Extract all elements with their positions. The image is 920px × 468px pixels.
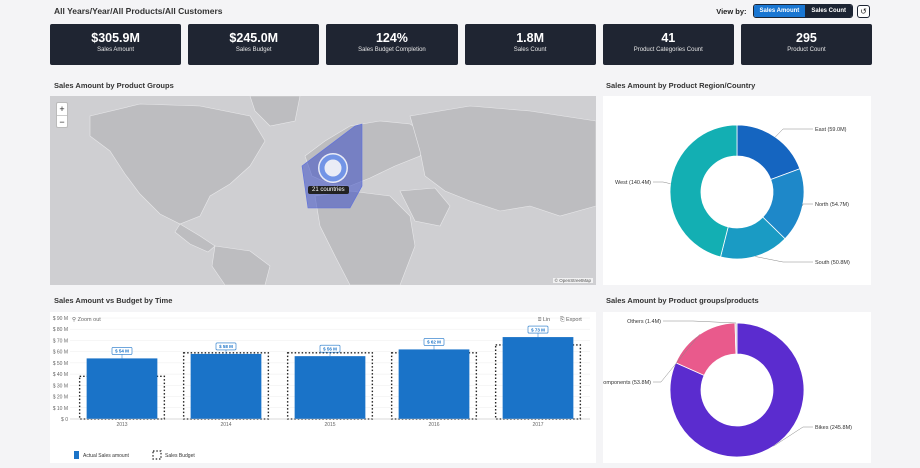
slice-label: Components (53.8M): [603, 380, 651, 386]
north-america-shape: [89, 103, 266, 225]
budget-bar-chart[interactable]: $ 0 $ 10 M $ 20 M $ 30 M $ 40 M $ 50 M $ 60 M $…: [50, 312, 596, 463]
kpi-label: Sales Count: [513, 47, 547, 53]
kpi-label: Sales Amount: [97, 47, 135, 53]
map-zoom-controls: + −: [56, 102, 68, 128]
kpi-label: Product Count: [787, 47, 826, 53]
kpi-value: 41: [661, 31, 676, 45]
greenland-shape: [249, 96, 301, 127]
region-panel-title: Sales Amount by Product Region/Country: [606, 81, 756, 90]
sales-amount-toggle[interactable]: Sales Amount: [753, 5, 806, 17]
data-label: $ 62 M: [427, 340, 441, 345]
data-label: $ 58 M: [219, 344, 233, 349]
kpi-value: 124%: [375, 31, 408, 45]
kpi-product-count[interactable]: 295 Product Count: [740, 24, 873, 65]
slice-leader-line: [755, 256, 813, 263]
export-button[interactable]: ⎘ Export: [560, 317, 582, 324]
zoom-out-label: Zoom out: [77, 317, 101, 323]
y-tick-label: $ 70 M: [53, 338, 68, 344]
x-tick-label: 2015: [324, 422, 335, 428]
view-by-toggle: Sales Amount Sales Count: [752, 4, 853, 18]
kpi-budget-completion[interactable]: 124% Sales Budget Completion: [326, 24, 458, 65]
y-tick-label: $ 90 M: [53, 316, 68, 322]
south-america-shape: [211, 245, 271, 285]
actual-bar: [502, 337, 574, 419]
slice-leader-line: [653, 181, 671, 184]
kpi-label: Sales Budget Completion: [358, 47, 426, 53]
products-chart-panel: Bikes (245.8M) Components (53.8M) Others (…: [599, 312, 871, 463]
y-tick-label: $ 10 M: [53, 406, 68, 412]
kpi-label: Sales Budget: [235, 47, 272, 53]
kpi-sales-budget[interactable]: $245.0M Sales Budget: [188, 24, 320, 65]
slice-label: West (140.4M): [615, 180, 651, 186]
legend-label-actual: Actual Sales amount: [83, 453, 129, 459]
zoom-out-link[interactable]: ⚲ Zoom out: [72, 317, 101, 323]
y-tick-label: $ 0: [61, 417, 68, 423]
slice-label: Bikes (245.8M): [815, 425, 852, 431]
y-tick-label: $ 80 M: [53, 327, 68, 333]
products-panel-title: Sales Amount by Product groups/products: [606, 296, 759, 305]
map-tooltip: 21 countries: [308, 186, 349, 194]
products-donut-chart[interactable]: Bikes (245.8M) Components (53.8M) Others (…: [599, 312, 871, 463]
kpi-sales-count[interactable]: 1.8M Sales Count: [464, 24, 596, 65]
slice-label: Others (1.4M): [627, 319, 661, 325]
legend-swatch-actual: [74, 451, 79, 459]
reset-icon[interactable]: ↺: [857, 4, 870, 18]
x-tick-label: 2013: [116, 422, 127, 428]
export-label: Export: [565, 317, 582, 323]
breadcrumb[interactable]: All Years/Year/All Products/All Customer…: [54, 6, 223, 16]
region-donut-chart[interactable]: East (59.0M) North (54.7M) South (50.8M) We…: [603, 96, 871, 285]
kpi-value: 1.8M: [516, 31, 544, 45]
region-chart-panel: East (59.0M) North (54.7M) South (50.8M) We…: [603, 96, 871, 285]
top-bar: All Years/Year/All Products/All Customer…: [50, 4, 870, 20]
kpi-value: 295: [796, 31, 817, 45]
slice-label: North (54.7M): [815, 202, 849, 208]
view-by-label: View by:: [716, 6, 747, 16]
data-label: $ 56 M: [323, 346, 337, 351]
kpi-row: $305.9M Sales Amount $245.0M Sales Budget …: [50, 24, 873, 65]
donut-slice: [736, 124, 801, 181]
data-label: $ 54 M: [115, 349, 129, 354]
time-chart-panel: $ 0 $ 10 M $ 20 M $ 30 M $ 40 M $ 50 M $ 60 M $…: [50, 312, 596, 463]
y-tick-label: $ 50 M: [53, 361, 68, 367]
time-panel-title: Sales Amount vs Budget by Time: [54, 296, 173, 305]
kpi-label: Product Categories Count: [633, 47, 703, 53]
y-tick-label: $ 30 M: [53, 383, 68, 389]
slice-label: South (50.8M): [815, 260, 850, 266]
actual-bar: [398, 349, 470, 419]
view-by-control: View by: Sales Amount Sales Count ↺: [716, 4, 870, 18]
kpi-value: $245.0M: [229, 31, 279, 45]
y-tick-label: $ 40 M: [53, 372, 68, 378]
y-tick-label: $ 20 M: [53, 395, 68, 401]
x-tick-label: 2014: [220, 422, 231, 428]
data-label: $ 73 M: [531, 327, 545, 332]
kpi-sales-amount[interactable]: $305.9M Sales Amount: [50, 24, 182, 65]
map-panel-title: Sales Amount by Product Groups: [54, 81, 174, 90]
slice-leader-line: [802, 203, 813, 206]
actual-bar: [190, 353, 262, 419]
central-america-shape: [174, 223, 216, 253]
actual-bar: [294, 356, 366, 419]
map-attribution[interactable]: © OpenStreetMap: [552, 278, 593, 283]
x-tick-label: 2016: [428, 422, 439, 428]
y-tick-label: $ 60 M: [53, 350, 68, 356]
actual-bar: [86, 358, 158, 419]
legend-swatch-budget: [152, 450, 162, 460]
zoom-out-button[interactable]: −: [57, 115, 67, 127]
x-tick-label: 2017: [532, 422, 543, 428]
linear-scale-button[interactable]: ⌸ Lin: [538, 317, 550, 324]
slice-leader-line: [663, 320, 737, 324]
kpi-value: $305.9M: [91, 31, 140, 45]
sales-count-toggle[interactable]: Sales Count: [805, 5, 852, 17]
legend-label-budget: Sales Budget: [165, 453, 195, 459]
slice-leader-line: [775, 128, 813, 138]
kpi-categories-count[interactable]: 41 Product Categories Count: [602, 24, 734, 65]
linear-label: Lin: [542, 317, 551, 323]
zoom-in-button[interactable]: +: [57, 103, 67, 115]
slice-label: East (59.0M): [815, 127, 847, 133]
